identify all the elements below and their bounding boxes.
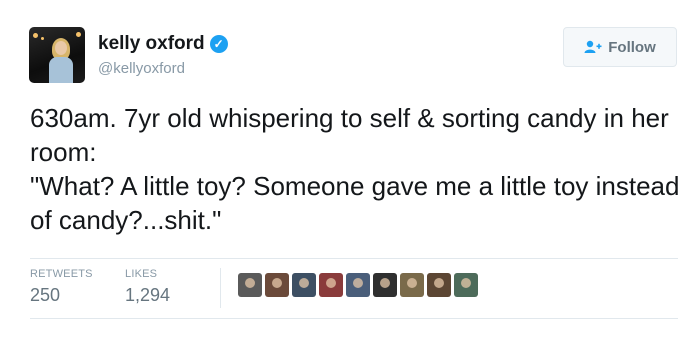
liker-avatar[interactable] [265,273,289,297]
follow-button-label: Follow [608,38,656,56]
tweet-text-line: "What? A little toy? Someone gave me a l… [30,171,680,235]
liker-avatars [238,273,481,297]
verified-badge-icon: ✓ [209,35,228,53]
liker-avatar[interactable] [319,273,343,297]
liker-avatar[interactable] [400,273,424,297]
likes-count: 1,294 [125,285,171,305]
author-handle[interactable]: @kellyoxford [98,60,185,77]
liker-avatar[interactable] [292,273,316,297]
author-display-name[interactable]: kelly oxford [98,33,205,55]
avatar[interactable] [29,27,85,83]
liker-avatar[interactable] [373,273,397,297]
likes-stat[interactable]: LIKES 1,294 [125,268,170,306]
add-user-icon [584,40,602,54]
likes-label: LIKES [125,268,158,280]
author-name-row: kelly oxford ✓ [98,33,228,55]
retweets-count: 250 [30,285,61,305]
divider [30,318,678,319]
liker-avatar[interactable] [346,273,370,297]
retweets-label: RETWEETS [30,268,93,280]
retweets-stat[interactable]: RETWEETS 250 [30,268,93,306]
tweet-text-line: 630am. 7yr old whispering to self & sort… [30,103,669,167]
liker-avatar[interactable] [454,273,478,297]
tweet-text: 630am. 7yr old whispering to self & sort… [30,101,680,237]
liker-avatar[interactable] [427,273,451,297]
stats-divider [220,268,221,308]
follow-button[interactable]: Follow [563,27,677,67]
divider [30,258,678,259]
liker-avatar[interactable] [238,273,262,297]
